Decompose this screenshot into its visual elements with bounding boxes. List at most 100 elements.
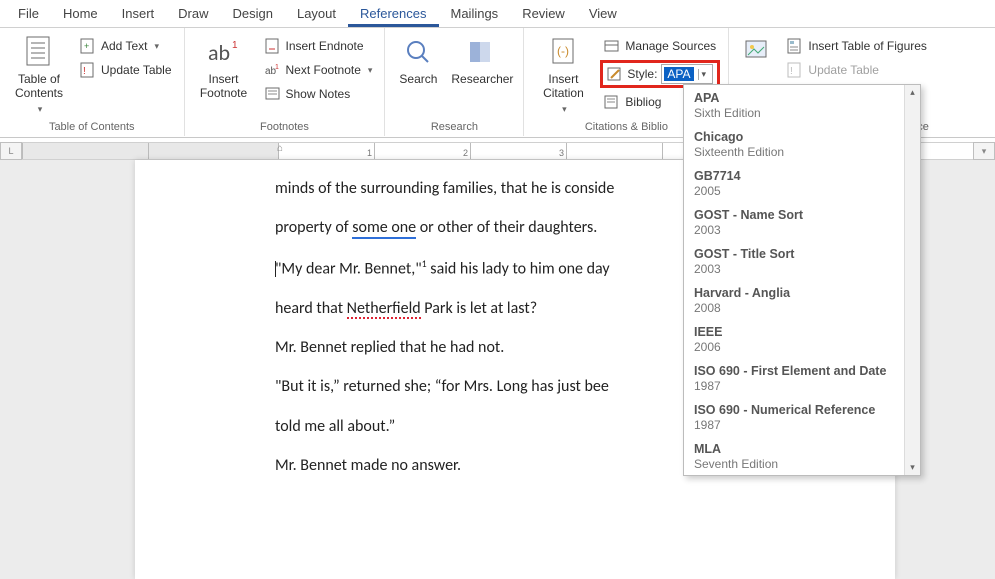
- style-option-sub: 1987: [694, 418, 892, 432]
- scroll-up-icon[interactable]: ▴: [910, 87, 915, 98]
- ruler-right-cap: ▾: [973, 142, 995, 160]
- citation-icon: (-): [547, 36, 579, 68]
- scroll-down-icon[interactable]: ▾: [910, 462, 915, 473]
- style-icon: [607, 66, 623, 82]
- researcher-button[interactable]: Researcher: [449, 32, 515, 86]
- style-option-sub: 2005: [694, 184, 892, 198]
- style-option-chicago[interactable]: Chicago Sixteenth Edition: [684, 124, 902, 163]
- ruler-num-2: 2: [463, 148, 468, 158]
- ruler-tab-selector[interactable]: L: [0, 142, 22, 160]
- style-option-gb7714[interactable]: GB7714 2005: [684, 163, 902, 202]
- style-option-sub: Seventh Edition: [694, 457, 892, 471]
- add-text-icon: +: [80, 38, 96, 54]
- next-footnote-icon: ab1: [265, 62, 281, 78]
- text-line-6: "But it is,” returned she; “for Mrs. Lon…: [275, 377, 609, 396]
- style-option-apa[interactable]: APA Sixth Edition: [684, 85, 902, 124]
- caption-icon: [741, 36, 773, 68]
- chevron-down-icon: ▾: [562, 104, 567, 115]
- text-line-8: Mr. Bennet made no answer.: [275, 456, 461, 475]
- style-option-name: GB7714: [694, 169, 892, 183]
- text-line-5: Mr. Bennet replied that he had not.: [275, 338, 504, 357]
- style-option-mla[interactable]: MLA Seventh Edition: [684, 436, 902, 475]
- tab-references[interactable]: References: [348, 1, 438, 27]
- style-combo-value: APA: [664, 67, 693, 81]
- toc-label: Table of Contents: [15, 72, 63, 100]
- update-tof-icon: !: [787, 62, 803, 78]
- insert-tof-label: Insert Table of Figures: [808, 39, 927, 53]
- tab-design[interactable]: Design: [221, 1, 285, 27]
- insert-footnote-button[interactable]: ab1 Insert Footnote: [193, 32, 255, 100]
- tof-icon: [787, 38, 803, 54]
- update-table-label: Update Table: [101, 63, 172, 77]
- spelling-underline[interactable]: Netherfield: [347, 301, 421, 320]
- grammar-underline[interactable]: some one: [352, 220, 416, 239]
- search-label: Search: [399, 72, 437, 86]
- text-line-2a: property of: [275, 218, 352, 237]
- insert-caption-button[interactable]: [737, 32, 777, 68]
- show-notes-icon: [265, 86, 281, 102]
- researcher-label: Researcher: [451, 72, 513, 86]
- insert-endnote-button[interactable]: Insert Endnote: [261, 36, 377, 56]
- style-option-name: Chicago: [694, 130, 892, 144]
- indent-marker-icon[interactable]: ⌂: [277, 143, 283, 154]
- tab-insert[interactable]: Insert: [110, 1, 167, 27]
- dropdown-scrollbar[interactable]: ▴ ▾: [904, 85, 920, 475]
- tab-review[interactable]: Review: [510, 1, 577, 27]
- update-table-button[interactable]: ! Update Table: [76, 60, 176, 80]
- style-option-gost-name[interactable]: GOST - Name Sort 2003: [684, 202, 902, 241]
- insert-table-of-figures-button[interactable]: Insert Table of Figures: [783, 36, 931, 56]
- group-label-footnotes: Footnotes: [193, 119, 377, 136]
- style-option-sub: 1987: [694, 379, 892, 393]
- add-text-button[interactable]: + Add Text ▾: [76, 36, 176, 56]
- chevron-down-icon[interactable]: ▾: [698, 69, 710, 80]
- style-option-sub: Sixteenth Edition: [694, 145, 892, 159]
- style-combo[interactable]: APA ▾: [661, 64, 713, 84]
- toc-icon: [23, 36, 55, 68]
- update-table-icon: !: [80, 62, 96, 78]
- manage-sources-button[interactable]: Manage Sources: [600, 36, 720, 56]
- tab-mailings[interactable]: Mailings: [439, 1, 511, 27]
- endnote-icon: [265, 38, 281, 54]
- insert-endnote-label: Insert Endnote: [286, 39, 364, 53]
- style-option-iso690-date[interactable]: ISO 690 - First Element and Date 1987: [684, 358, 902, 397]
- table-of-contents-button[interactable]: Table of Contents ▾: [8, 32, 70, 115]
- style-option-gost-title[interactable]: GOST - Title Sort 2003: [684, 241, 902, 280]
- search-button[interactable]: Search: [393, 32, 443, 86]
- insert-citation-label: Insert Citation: [543, 72, 584, 100]
- style-option-name: MLA: [694, 442, 892, 456]
- style-dropdown-list: APA Sixth Edition Chicago Sixteenth Edit…: [683, 84, 921, 476]
- tab-layout[interactable]: Layout: [285, 1, 348, 27]
- style-option-iso690-num[interactable]: ISO 690 - Numerical Reference 1987: [684, 397, 902, 436]
- text-line-4a: heard that: [275, 299, 347, 318]
- group-research: Search Researcher Research: [385, 28, 524, 136]
- update-tof-label: Update Table: [808, 63, 879, 77]
- style-dropdown-body: APA Sixth Edition Chicago Sixteenth Edit…: [684, 85, 920, 475]
- group-footnotes: ab1 Insert Footnote Insert Endnote ab1 N…: [185, 28, 386, 136]
- ribbon-tabs: File Home Insert Draw Design Layout Refe…: [0, 0, 995, 28]
- style-option-sub: Sixth Edition: [694, 106, 892, 120]
- insert-citation-button[interactable]: (-) Insert Citation ▾: [532, 32, 594, 115]
- tab-draw[interactable]: Draw: [166, 1, 220, 27]
- ruler-num-1: 1: [367, 148, 372, 158]
- update-tof-button: ! Update Table: [783, 60, 931, 80]
- next-footnote-button[interactable]: ab1 Next Footnote ▾: [261, 60, 377, 80]
- svg-text:!: !: [790, 66, 793, 77]
- svg-text:!: !: [83, 66, 86, 77]
- style-option-name: GOST - Title Sort: [694, 247, 892, 261]
- style-option-harvard[interactable]: Harvard - Anglia 2008: [684, 280, 902, 319]
- style-option-sub: 2006: [694, 340, 892, 354]
- style-option-ieee[interactable]: IEEE 2006: [684, 319, 902, 358]
- group-label-toc: Table of Contents: [8, 119, 176, 136]
- tab-file[interactable]: File: [6, 1, 51, 27]
- chevron-down-icon: ▾: [38, 104, 43, 115]
- manage-sources-icon: [604, 38, 620, 54]
- svg-text:1: 1: [232, 40, 238, 51]
- tab-view[interactable]: View: [577, 1, 629, 27]
- text-line-3a: "My dear Mr. Bennet,": [275, 259, 422, 278]
- chevron-down-icon: ▾: [368, 65, 373, 76]
- show-notes-button[interactable]: Show Notes: [261, 84, 377, 104]
- text-line-1: minds of the surrounding families, that …: [275, 179, 614, 198]
- tab-home[interactable]: Home: [51, 1, 110, 27]
- text-line-2c: or other of their daughters.: [416, 218, 597, 237]
- add-text-label: Add Text: [101, 39, 147, 53]
